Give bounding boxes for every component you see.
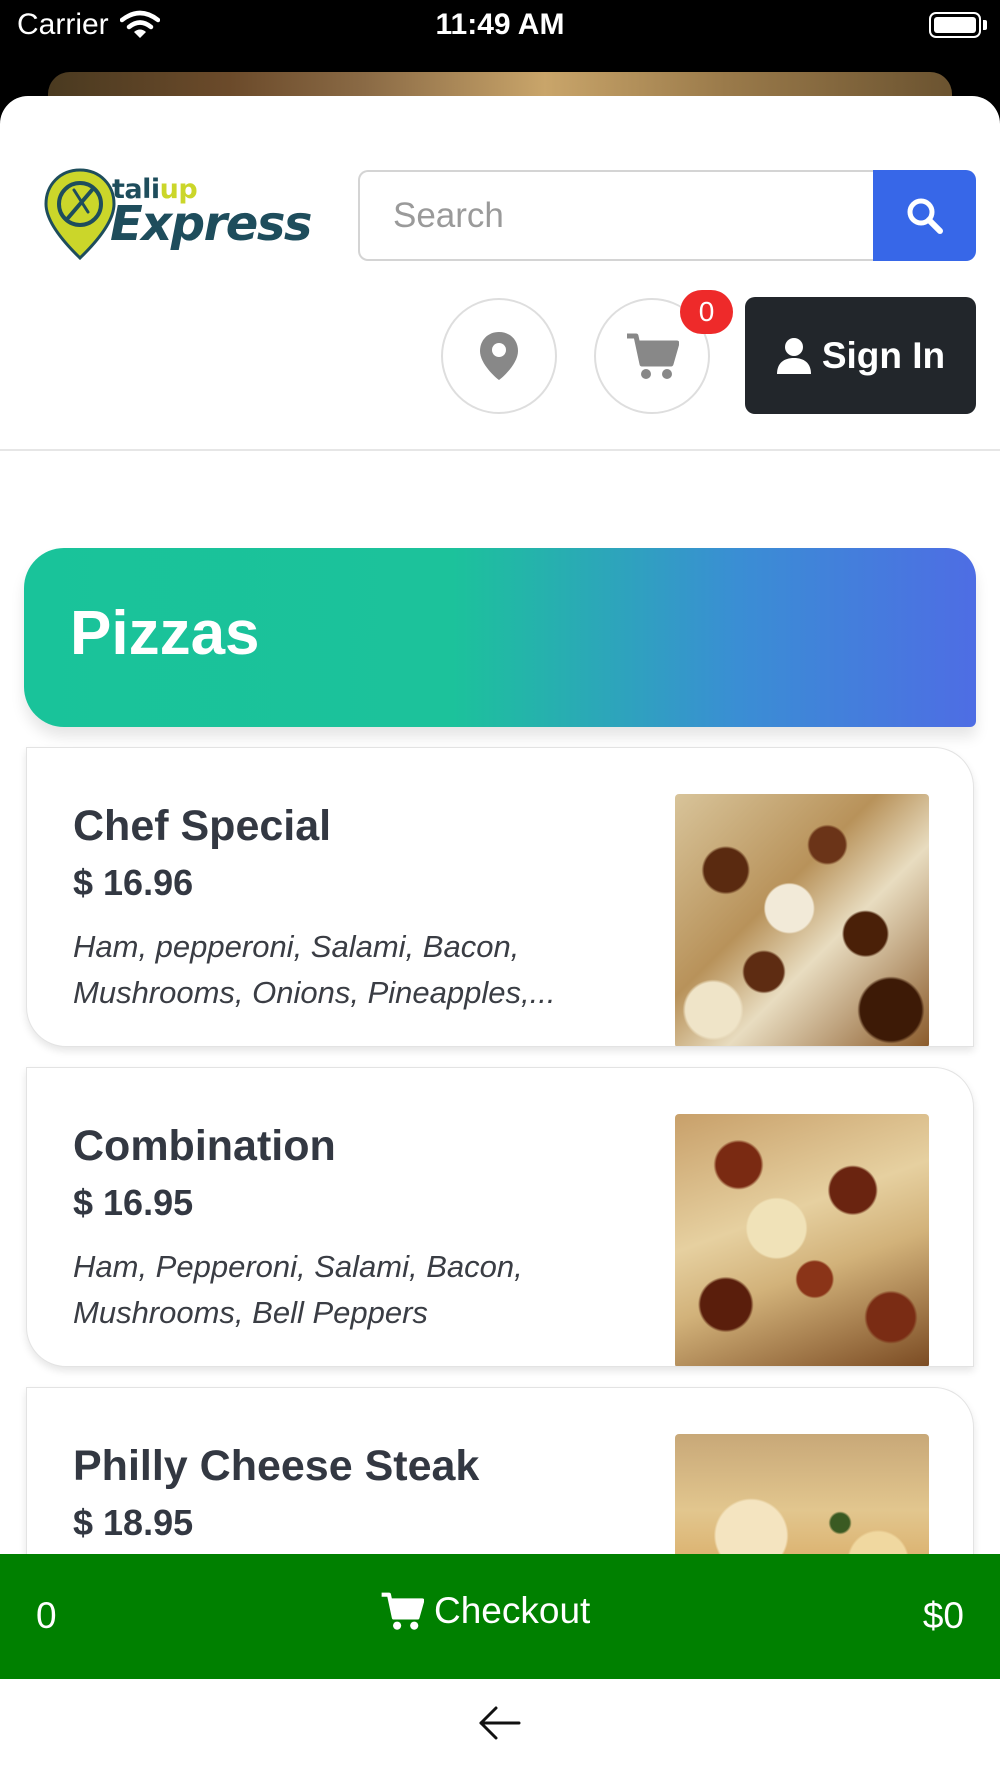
- item-price: $ 16.96: [73, 862, 194, 903]
- search-input[interactable]: [358, 170, 874, 261]
- bottom-navigation: [0, 1679, 1000, 1778]
- cart-icon: [381, 1592, 424, 1630]
- search-icon: [907, 198, 943, 234]
- back-arrow-icon[interactable]: [478, 1703, 522, 1743]
- main-sheet: taliup Express 0 Sign In: [0, 96, 1000, 1778]
- cart-icon: [627, 333, 679, 379]
- location-pin-icon: [480, 332, 518, 380]
- item-image: [675, 794, 929, 1046]
- search-button[interactable]: [873, 170, 976, 261]
- item-name: Philly Cheese Steak: [73, 1442, 480, 1490]
- logo-pin-icon: [44, 168, 116, 260]
- category-title: Pizzas: [70, 599, 260, 668]
- battery-icon: [929, 12, 981, 38]
- item-description: Ham, pepperoni, Salami, Bacon, Mushrooms…: [73, 929, 556, 1010]
- checkout-button[interactable]: Checkout: [380, 1590, 590, 1632]
- item-name: Chef Special: [73, 802, 332, 850]
- checkout-label: Checkout: [434, 1590, 591, 1631]
- sign-in-button[interactable]: Sign In: [745, 297, 976, 414]
- menu-item-card[interactable]: Combination $ 16.95 Ham, Pepperoni, Sala…: [26, 1067, 974, 1367]
- battery-nub: [983, 20, 987, 30]
- item-name: Combination: [73, 1122, 336, 1170]
- sign-in-label: Sign In: [821, 334, 946, 376]
- item-price: $ 16.95: [73, 1182, 194, 1223]
- status-bar: Carrier 11:49 AM: [0, 0, 1000, 72]
- item-description: Ham, Pepperoni, Salami, Bacon, Mushrooms…: [73, 1249, 523, 1330]
- item-price: $ 18.95: [73, 1502, 194, 1543]
- menu-item-card[interactable]: Chef Special $ 16.96 Ham, pepperoni, Sal…: [26, 747, 974, 1047]
- category-banner: Pizzas: [24, 548, 976, 727]
- user-icon: [776, 337, 811, 374]
- location-button[interactable]: [441, 298, 557, 414]
- checkout-bar[interactable]: 0 Checkout $0: [0, 1554, 1000, 1679]
- logo-text-big: Express: [110, 196, 312, 252]
- search-bar: [358, 170, 976, 261]
- clock: 11:49 AM: [435, 8, 565, 41]
- checkout-item-count: 0: [36, 1595, 57, 1636]
- checkout-total: $0: [922, 1595, 964, 1636]
- item-image: [675, 1114, 929, 1366]
- header-divider: [0, 449, 1000, 451]
- cart-count-badge: 0: [680, 290, 733, 334]
